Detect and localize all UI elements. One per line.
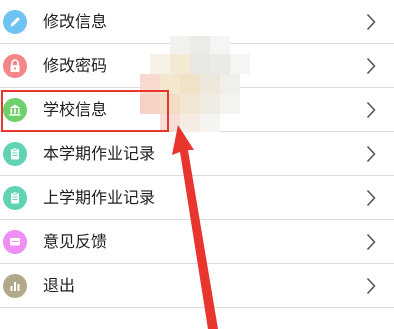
chevron-right-icon: [366, 13, 376, 31]
lock-icon: [3, 54, 27, 78]
chevron-right-icon: [366, 145, 376, 163]
pencil-icon: [3, 10, 27, 34]
clipboard-icon: [3, 186, 27, 210]
chevron-right-icon: [366, 189, 376, 207]
chevron-right-icon: [366, 57, 376, 75]
feedback-icon: [3, 230, 27, 254]
menu-item-label: 修改密码: [43, 56, 108, 75]
menu-item-label: 本学期作业记录: [43, 144, 156, 163]
menu-item-label: 修改信息: [43, 12, 108, 31]
annotation-arrow: [172, 125, 218, 329]
highlight-box: [1, 90, 169, 132]
menu-item-label: 上学期作业记录: [43, 188, 156, 207]
chevron-right-icon: [366, 277, 376, 295]
menu-item-label: 意见反馈: [43, 232, 108, 251]
chevron-right-icon: [366, 101, 376, 119]
exit-icon: [3, 274, 27, 298]
clipboard-icon: [3, 142, 27, 166]
menu-item-label: 退出: [43, 276, 76, 295]
chevron-right-icon: [366, 233, 376, 251]
